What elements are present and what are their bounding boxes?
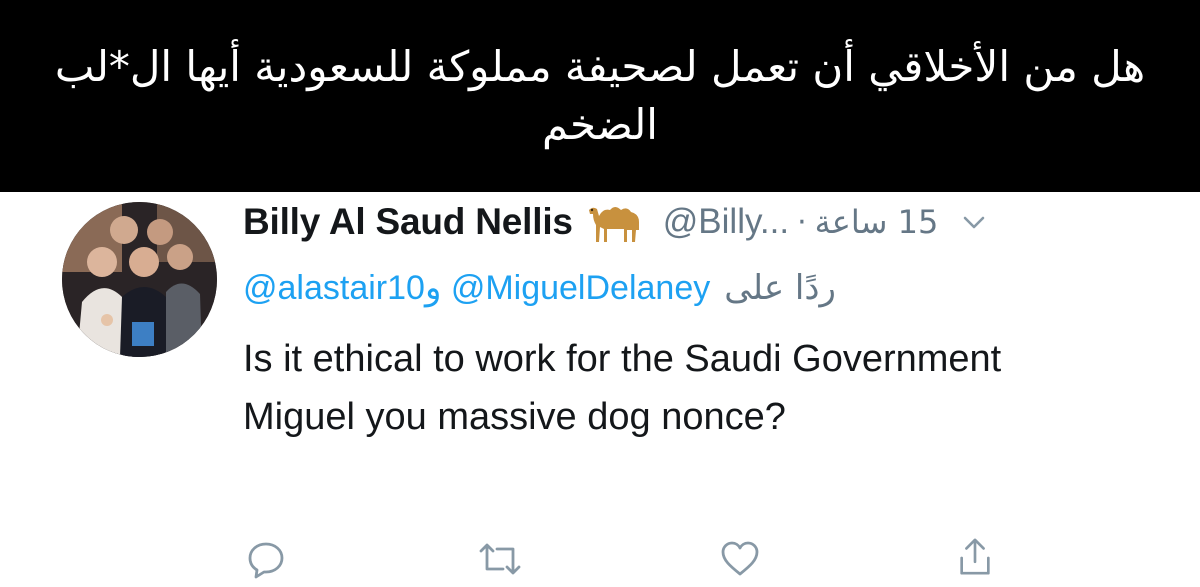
reply-prefix: ردًا على xyxy=(724,268,836,308)
display-name[interactable]: Billy Al Saud Nellis xyxy=(243,201,573,243)
tweet-card[interactable]: Billy Al Saud Nellis @Billy... · 15 ساعة… xyxy=(0,192,1200,587)
reply-and: و xyxy=(424,268,442,308)
caption-bar: هل من الأخلاقي أن تعمل لصحيفة مملوكة للس… xyxy=(0,0,1200,192)
share-icon[interactable] xyxy=(955,537,995,577)
separator-dot: · xyxy=(797,204,807,240)
timestamp[interactable]: 15 ساعة xyxy=(815,203,939,241)
camel-icon xyxy=(583,200,645,244)
tweet-text: Is it ethical to work for the Saudi Gove… xyxy=(243,338,1002,438)
mention-link[interactable]: @alastair10 xyxy=(243,269,425,308)
chevron-down-icon[interactable] xyxy=(960,208,988,236)
caption-text: هل من الأخلاقي أن تعمل لصحيفة مملوكة للس… xyxy=(54,42,1146,149)
tweet-header: Billy Al Saud Nellis @Billy... · 15 ساعة xyxy=(243,196,1143,248)
reply-context: @alastair10 و @MiguelDelaney ردًا على xyxy=(243,262,836,314)
tweet-actions xyxy=(0,537,1200,587)
avatar-photo xyxy=(62,202,217,357)
heart-icon[interactable] xyxy=(720,539,760,579)
mention-link[interactable]: @MiguelDelaney xyxy=(451,269,710,308)
avatar[interactable] xyxy=(62,202,217,357)
retweet-icon[interactable] xyxy=(477,539,523,579)
reply-icon[interactable] xyxy=(246,539,286,579)
handle[interactable]: @Billy... xyxy=(663,202,789,242)
